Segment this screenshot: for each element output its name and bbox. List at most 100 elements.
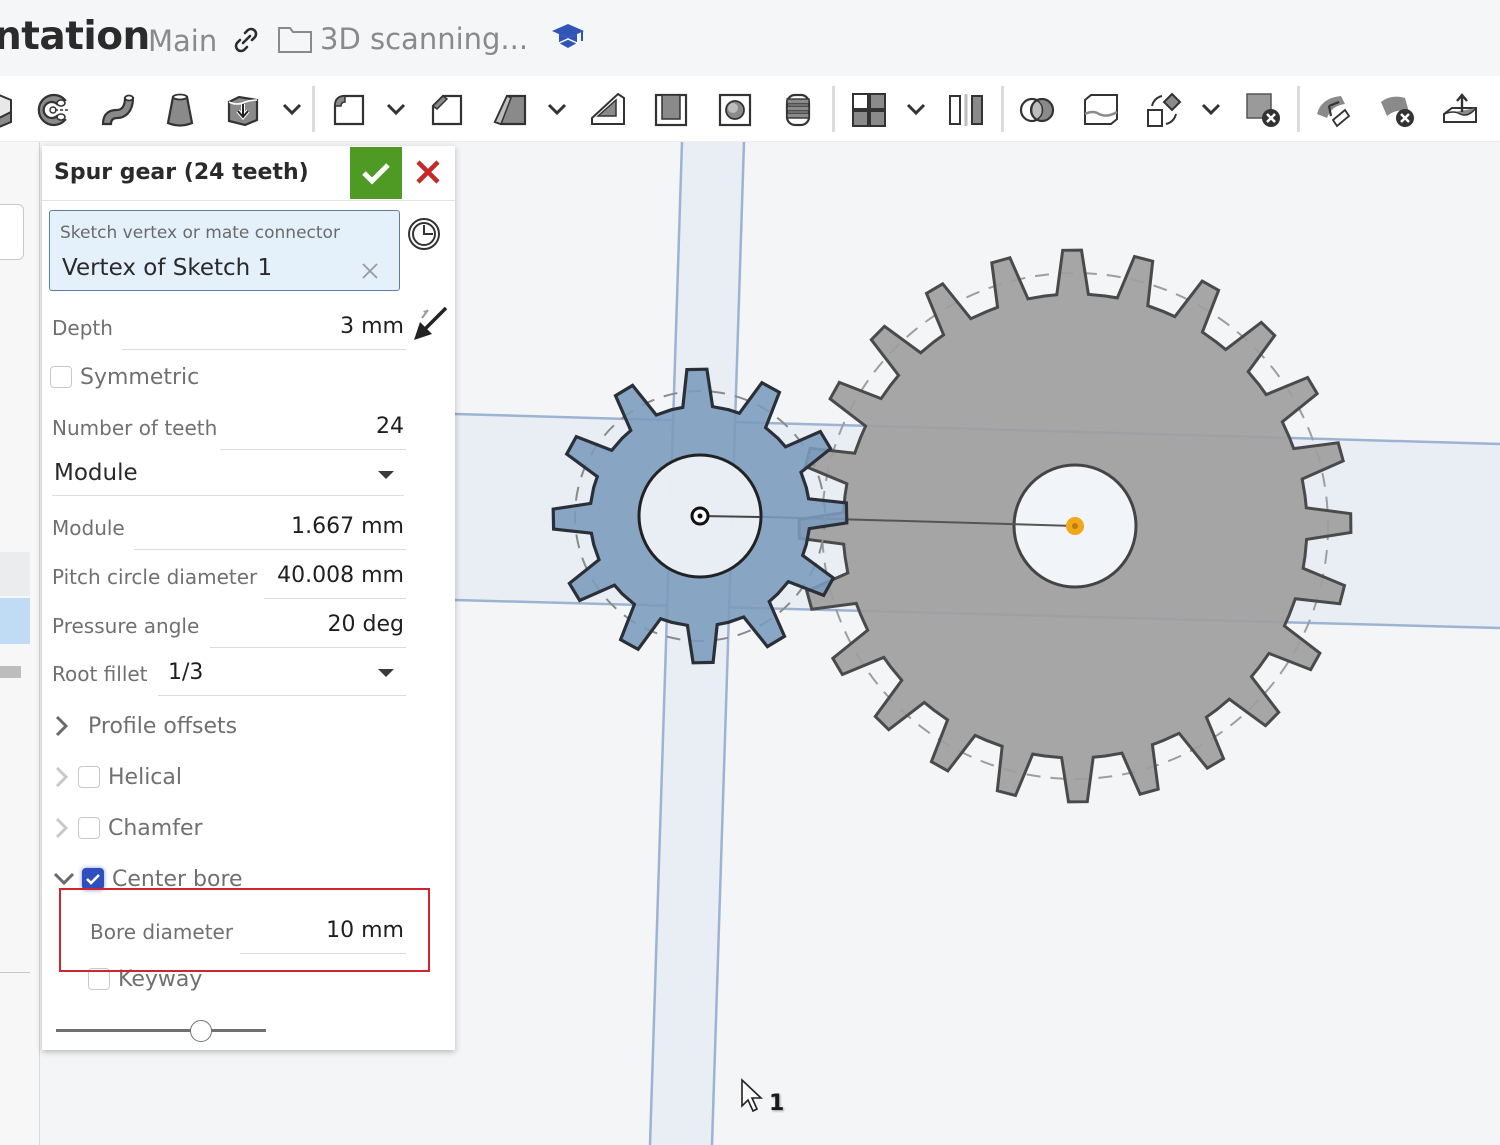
learning-center-icon[interactable]	[550, 20, 586, 54]
dropdown-caret-icon	[378, 471, 394, 479]
pitch-diameter-label: Pitch circle diameter	[52, 565, 258, 589]
delete-face-icon	[1381, 96, 1414, 127]
number-of-teeth-field[interactable]: Number of teeth 24	[52, 410, 406, 450]
accept-button[interactable]	[350, 147, 402, 199]
draft-button[interactable]	[490, 89, 532, 131]
center-bore-label: Center bore	[112, 866, 243, 892]
root-fillet-label: Root fillet	[52, 662, 148, 686]
profile-offsets-section[interactable]: Profile offsets	[52, 708, 237, 744]
field-underline	[122, 349, 406, 350]
pattern-button[interactable]	[848, 89, 890, 131]
pattern-dropdown-caret[interactable]	[903, 96, 929, 122]
fillet-dropdown-caret[interactable]	[383, 96, 409, 122]
chamfer-label: Chamfer	[108, 815, 203, 841]
fillet-icon	[333, 94, 365, 126]
pressure-angle-field[interactable]: Pressure angle 20 deg	[52, 608, 406, 648]
boolean-button[interactable]	[1016, 89, 1058, 131]
depth-field[interactable]: Depth 3 mm	[52, 310, 406, 350]
delete-face-button[interactable]	[1376, 89, 1418, 131]
chamfer-section[interactable]: Chamfer	[52, 810, 203, 846]
checkbox-check-icon	[86, 874, 100, 885]
bore-diameter-value[interactable]: 10 mm	[326, 918, 404, 943]
center-bore-checkbox[interactable]	[82, 868, 104, 890]
module-label: Module	[52, 516, 125, 540]
link-icon[interactable]	[230, 24, 262, 56]
folder-name[interactable]: 3D scanning...	[320, 22, 528, 56]
helical-checkbox[interactable]	[78, 766, 100, 788]
gear-spec-mode-dropdown[interactable]: Module	[52, 452, 404, 496]
history-clock-icon[interactable]	[406, 216, 442, 252]
pitch-diameter-value[interactable]: 40.008 mm	[277, 563, 404, 588]
draft-dropdown-caret[interactable]	[544, 96, 570, 122]
teeth-value[interactable]: 24	[376, 414, 404, 439]
vertex-selection-field[interactable]: Sketch vertex or mate connector Vertex o…	[49, 210, 400, 291]
chamfer-checkbox[interactable]	[78, 817, 100, 839]
modify-fillet-icon	[1317, 96, 1351, 128]
pitch-circle-diameter-field[interactable]: Pitch circle diameter 40.008 mm	[52, 559, 406, 599]
small-gear-preview[interactable]	[551, 367, 849, 665]
modify-fillet-button[interactable]	[1312, 89, 1354, 131]
flip-direction-icon[interactable]	[410, 304, 450, 344]
depth-value[interactable]: 3 mm	[340, 314, 404, 339]
split-button[interactable]	[1080, 89, 1122, 131]
transform-icon	[1147, 92, 1182, 127]
fillet-button[interactable]	[328, 89, 370, 131]
symmetric-checkbox[interactable]	[50, 366, 72, 388]
thicken-dropdown-caret[interactable]	[279, 96, 305, 122]
extrude-icon	[0, 94, 12, 128]
field-underline	[134, 549, 406, 550]
transform-dropdown-caret[interactable]	[1198, 96, 1224, 122]
clear-selection-icon[interactable]	[358, 259, 382, 283]
field-underline	[264, 598, 406, 599]
delete-part-button[interactable]	[1242, 89, 1284, 131]
root-fillet-dropdown[interactable]: Root fillet 1/3	[52, 656, 406, 696]
delete-part-icon	[1246, 93, 1280, 127]
bore-diameter-field[interactable]: Bore diameter 10 mm	[90, 914, 406, 954]
folder-icon[interactable]	[277, 24, 313, 54]
revolve-button[interactable]	[32, 89, 74, 131]
pattern-icon	[852, 93, 886, 127]
document-title[interactable]: ntation	[0, 14, 150, 59]
field-underline	[210, 647, 406, 648]
feature-list-item[interactable]	[0, 552, 30, 596]
cancel-button[interactable]	[410, 154, 446, 190]
feature-filter-input[interactable]	[0, 204, 24, 260]
chevron-right-icon	[55, 715, 69, 737]
center-bore-section[interactable]: Center bore	[52, 861, 243, 897]
rollback-bar[interactable]	[0, 666, 21, 678]
keyway-checkbox-row[interactable]: Keyway	[88, 962, 202, 996]
thicken-button[interactable]	[222, 89, 264, 131]
preview-slider[interactable]	[56, 1018, 268, 1044]
feature-list-item-selected[interactable]	[0, 598, 30, 644]
branch-name[interactable]: Main	[148, 24, 217, 58]
keyway-checkbox[interactable]	[88, 968, 110, 990]
selection-value: Vertex of Sketch 1	[62, 255, 273, 281]
symmetric-checkbox-row[interactable]: Symmetric	[50, 360, 199, 394]
loft-icon	[166, 93, 194, 127]
toolbar-separator	[1297, 86, 1300, 132]
sweep-button[interactable]	[96, 89, 138, 131]
offset-surface-icon	[1443, 93, 1477, 123]
chevron-down-icon	[53, 872, 75, 886]
hole-button[interactable]	[714, 89, 756, 131]
rib-button[interactable]	[587, 89, 629, 131]
shell-button[interactable]	[650, 89, 692, 131]
boolean-icon	[1019, 97, 1055, 123]
offset-surface-button[interactable]	[1439, 89, 1481, 131]
toolbar-separator	[1001, 86, 1004, 132]
loft-button[interactable]	[159, 89, 201, 131]
module-value[interactable]: 1.667 mm	[291, 514, 404, 539]
chamfer-button[interactable]	[426, 89, 468, 131]
transform-button[interactable]	[1143, 89, 1185, 131]
thread-button[interactable]	[777, 89, 819, 131]
panel-divider	[0, 972, 30, 973]
sweep-icon	[101, 94, 135, 126]
slider-thumb[interactable]	[189, 1020, 212, 1042]
close-icon	[416, 160, 440, 184]
extrude-button[interactable]	[0, 89, 20, 131]
selection-field-label: Sketch vertex or mate connector	[60, 223, 340, 243]
helical-section[interactable]: Helical	[52, 759, 182, 795]
module-field[interactable]: Module 1.667 mm	[52, 510, 406, 550]
pressure-angle-value[interactable]: 20 deg	[328, 612, 404, 637]
mirror-button[interactable]	[945, 89, 987, 131]
